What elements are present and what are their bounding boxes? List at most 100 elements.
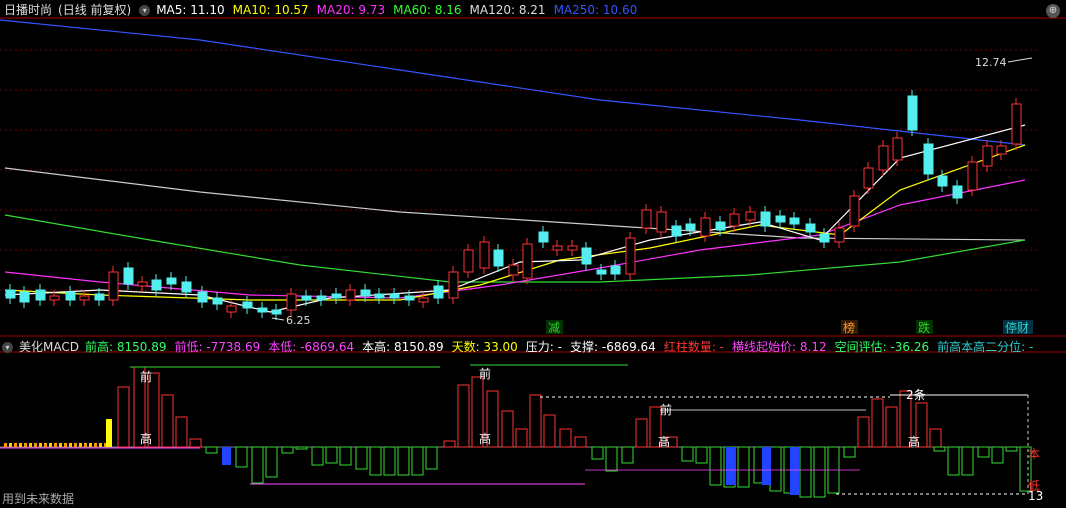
macd-bar bbox=[99, 443, 102, 447]
ma-label-1: MA10: 10.57 bbox=[232, 3, 309, 17]
macd-field-7: 红柱数量: - bbox=[663, 340, 725, 354]
candle-body bbox=[212, 297, 223, 305]
gao-label: 高 bbox=[658, 434, 670, 449]
candle-body bbox=[271, 309, 282, 315]
macd-field-5: 压力: - bbox=[525, 340, 562, 354]
candle-body bbox=[331, 293, 342, 299]
ma250-line bbox=[0, 19, 1026, 146]
candle-body bbox=[286, 293, 297, 311]
candle-body bbox=[226, 305, 237, 313]
candle-body bbox=[5, 289, 16, 299]
event-tag: 跌 bbox=[918, 320, 930, 335]
candle-body bbox=[552, 245, 563, 251]
candle-body bbox=[907, 95, 918, 131]
ben-label: 本 bbox=[1028, 447, 1040, 461]
macd-field-2: 本低: -6869.64 bbox=[268, 340, 355, 354]
chevron-down-icon[interactable]: ▾ bbox=[139, 4, 151, 16]
price-legend: 日播时尚 (日线 前复权) ▾ MA5: 11.10 MA10: 10.57 MA2… bbox=[0, 2, 637, 18]
macd-green-bar bbox=[205, 446, 218, 454]
candle-body bbox=[35, 289, 46, 301]
candle-body bbox=[849, 195, 860, 227]
candle-body bbox=[878, 145, 889, 171]
macd-red-bar bbox=[574, 436, 587, 448]
candle-body bbox=[982, 145, 993, 167]
macd-bar bbox=[4, 443, 7, 447]
macd-bar bbox=[19, 443, 22, 447]
macd-green-bar bbox=[843, 446, 856, 458]
ma-label-5: MA250: 10.60 bbox=[553, 3, 638, 17]
macd-green-bar bbox=[425, 446, 438, 470]
macd-green-bar bbox=[251, 446, 264, 484]
candle-body bbox=[671, 225, 682, 237]
macd-red-bar bbox=[929, 428, 942, 448]
candle-body bbox=[685, 223, 696, 231]
macd-fields: 前高: 8150.89 前低: -7738.69 本低: -6869.64 本高: 8… bbox=[85, 339, 1033, 355]
candle-body bbox=[805, 223, 816, 233]
gao-label: 高 bbox=[140, 431, 152, 446]
ma-label-0: MA5: 11.10 bbox=[156, 3, 225, 17]
candle-body bbox=[863, 167, 874, 189]
macd-field-0: 前高: 8150.89 bbox=[84, 340, 167, 354]
stock-title[interactable]: 日播时尚 bbox=[4, 2, 52, 18]
candle-body bbox=[567, 245, 578, 251]
candle-body bbox=[137, 281, 148, 287]
qian-label: 前 bbox=[140, 369, 152, 384]
candle-body bbox=[522, 243, 533, 279]
macd-red-bar bbox=[175, 416, 188, 448]
chart-mode[interactable]: (日线 前复权) bbox=[58, 2, 131, 18]
candle-body bbox=[79, 295, 90, 301]
candle-body bbox=[819, 233, 830, 243]
macd-green-bar bbox=[369, 446, 382, 476]
low-label: 6.25 bbox=[286, 314, 311, 327]
macd-bar bbox=[24, 443, 27, 447]
candle-body bbox=[463, 249, 474, 273]
macd-bar bbox=[84, 443, 87, 447]
macd-field-3: 本高: 8150.89 bbox=[362, 340, 444, 354]
macd-red-bar bbox=[501, 410, 514, 448]
macd-green-bar bbox=[591, 446, 604, 460]
candle-body bbox=[123, 267, 134, 285]
candle-body bbox=[181, 281, 192, 293]
macd-red-bar bbox=[443, 440, 456, 448]
candle-body bbox=[641, 209, 652, 229]
candle-body bbox=[345, 289, 356, 301]
macd-green-bar bbox=[933, 446, 946, 452]
macd-green-bar bbox=[295, 446, 308, 450]
macd-bar bbox=[39, 443, 42, 447]
macd-green-bar bbox=[695, 446, 708, 464]
macd-field-8: 横线起始价: 8.12 bbox=[732, 340, 827, 354]
macd-red-bar bbox=[529, 394, 542, 448]
macd-title[interactable]: 美化MACD bbox=[19, 339, 79, 355]
chevron-down-icon[interactable]: ▾ bbox=[2, 341, 13, 353]
candle-body bbox=[448, 271, 459, 299]
macd-blue-bar bbox=[726, 447, 735, 485]
macd-green-bar bbox=[961, 446, 974, 476]
candle-body bbox=[656, 211, 667, 233]
candle-body bbox=[166, 277, 177, 285]
macd-blue-bar bbox=[762, 447, 771, 485]
macd-green-bar bbox=[265, 446, 278, 478]
candle-body bbox=[892, 137, 903, 161]
low-arrow bbox=[271, 317, 285, 321]
macd-green-bar bbox=[799, 446, 812, 498]
candle-body bbox=[316, 295, 327, 301]
macd-blue-bar bbox=[222, 447, 231, 465]
candle-body bbox=[374, 293, 385, 299]
macd-red-bar bbox=[857, 416, 870, 448]
count-label: 13 bbox=[1028, 489, 1043, 503]
candle-body bbox=[242, 301, 253, 309]
candle-body bbox=[996, 145, 1007, 155]
candle-body bbox=[745, 211, 756, 221]
event-tag: 减 bbox=[548, 321, 560, 335]
macd-red-bar bbox=[189, 438, 202, 448]
candle-body bbox=[257, 307, 268, 313]
macd-bar bbox=[29, 443, 32, 447]
high-arrow bbox=[1007, 57, 1033, 63]
ma-list: MA5: 11.10 MA10: 10.57 MA20: 9.73 MA60: 8.1… bbox=[156, 2, 637, 18]
chart-canvas[interactable]: 12.746.25减榜跌停财前高前高前高2条高本低13 bbox=[0, 0, 1066, 508]
candle-body bbox=[418, 297, 429, 303]
candle-body bbox=[433, 285, 444, 299]
expand-icon[interactable]: ⊕ bbox=[1046, 4, 1060, 18]
macd-green-bar bbox=[383, 446, 396, 476]
macd-bar bbox=[106, 419, 112, 447]
